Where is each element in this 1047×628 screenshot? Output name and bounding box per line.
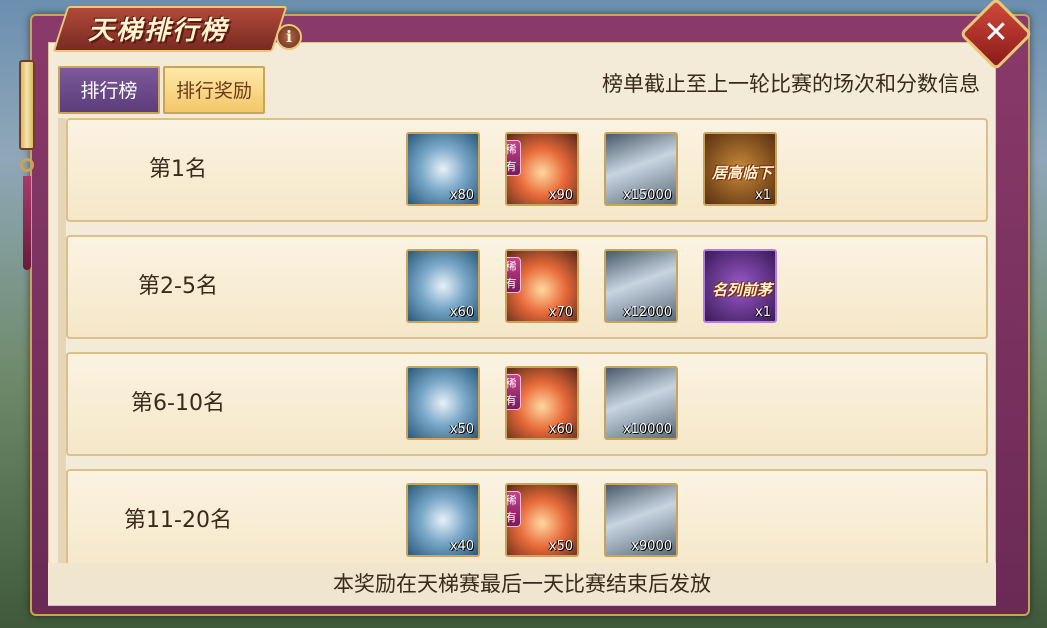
reward-list[interactable]: 第1名 x80 稀有 x90 x15000 居高临下 x1 第2-5名 x60 稀有… [58, 118, 992, 564]
badge-text: 名列前茅 [711, 281, 772, 299]
badge-text: 居高临下 [711, 164, 772, 182]
reward-row: 第2-5名 x60 稀有 x70 x12000 名列前茅 x1 [66, 235, 988, 339]
item-count: x70 [548, 305, 573, 320]
item-count: x10000 [622, 422, 672, 437]
notice-text: 榜单截止至上一轮比赛的场次和分数信息 [602, 72, 980, 96]
fire-icon[interactable]: 稀有 x70 [505, 249, 579, 323]
tab-rankings[interactable]: 排行榜 [58, 66, 160, 114]
rank-label: 第1名 [149, 157, 207, 182]
rare-badge: 稀有 [507, 257, 521, 293]
rank-label: 第2-5名 [138, 274, 218, 299]
item-count: x12000 [622, 305, 672, 320]
item-count: x80 [449, 188, 474, 203]
item-count: x1 [755, 305, 771, 320]
reward-row: 第6-10名 x50 稀有 x60 x10000 [66, 352, 988, 456]
fire-icon[interactable]: 稀有 x50 [505, 483, 579, 557]
item-count: x15000 [622, 188, 672, 203]
item-count: x50 [449, 422, 474, 437]
card-icon[interactable]: x12000 [604, 249, 678, 323]
reward-row: 第11-20名 x40 稀有 x50 x9000 [66, 469, 988, 564]
tree-icon[interactable]: x80 [406, 132, 480, 206]
item-count: x60 [548, 422, 573, 437]
item-count: x40 [449, 539, 474, 554]
tree-icon[interactable]: x40 [406, 483, 480, 557]
fire-icon[interactable]: 稀有 x90 [505, 132, 579, 206]
item-count: x9000 [631, 539, 672, 554]
fire-icon[interactable]: 稀有 x60 [505, 366, 579, 440]
rare-badge: 稀有 [507, 140, 521, 176]
reward-row: 第1名 x80 稀有 x90 x15000 居高临下 x1 [66, 118, 988, 222]
tree-icon[interactable]: x50 [406, 366, 480, 440]
card-icon[interactable]: x10000 [604, 366, 678, 440]
page-title: 天梯排行榜 [88, 16, 229, 46]
title-badge-icon[interactable]: 名列前茅 x1 [703, 249, 777, 323]
tree-icon[interactable]: x60 [406, 249, 480, 323]
item-count: x60 [449, 305, 474, 320]
title-badge-icon[interactable]: 居高临下 x1 [703, 132, 777, 206]
item-count: x50 [548, 539, 573, 554]
card-icon[interactable]: x9000 [604, 483, 678, 557]
tab-rank-rewards[interactable]: 排行奖励 [163, 66, 265, 114]
item-count: x1 [755, 188, 771, 203]
item-count: x90 [548, 188, 573, 203]
info-button[interactable]: i [276, 24, 302, 50]
hanging-ornament [16, 60, 38, 270]
rare-badge: 稀有 [507, 491, 521, 527]
close-icon: ✕ [983, 15, 1009, 50]
rank-label: 第11-20名 [124, 508, 232, 533]
card-icon[interactable]: x15000 [604, 132, 678, 206]
rare-badge: 稀有 [507, 374, 521, 410]
footer-note: 本奖励在天梯赛最后一天比赛结束后发放 [48, 563, 996, 605]
rank-label: 第6-10名 [131, 391, 225, 416]
scrollbar[interactable] [58, 118, 66, 564]
